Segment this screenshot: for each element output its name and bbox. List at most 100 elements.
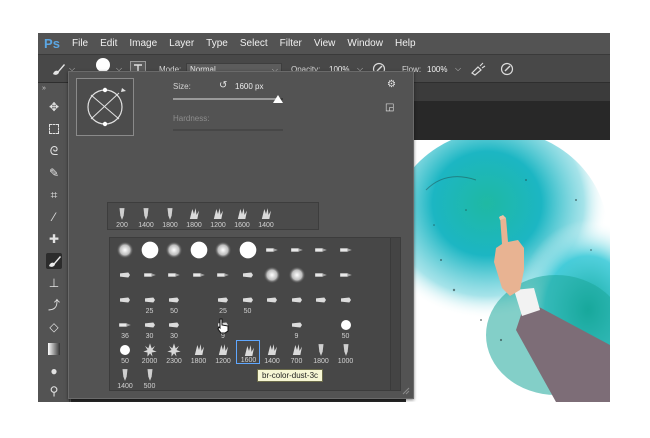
- brush-preset[interactable]: 2300: [162, 340, 186, 365]
- brush-preset[interactable]: [309, 290, 333, 314]
- menu-layer[interactable]: Layer: [163, 38, 200, 49]
- size-value[interactable]: 1600 px: [235, 82, 263, 91]
- brush-tooltip: br-color-dust-3c: [257, 369, 324, 382]
- brush-preset[interactable]: 1400: [113, 365, 137, 390]
- move-tool-icon[interactable]: ✥: [46, 99, 62, 115]
- brush-preset[interactable]: 700: [285, 340, 309, 365]
- brush-preset[interactable]: [285, 265, 309, 289]
- brush-preset[interactable]: [260, 240, 284, 264]
- brush-preset[interactable]: 36: [113, 315, 137, 340]
- brush-preset[interactable]: 500: [138, 365, 162, 390]
- recent-brush-preset[interactable]: 1400: [134, 204, 158, 229]
- brush-preset[interactable]: [187, 240, 211, 264]
- history-brush-tool-icon[interactable]: ⤴: [46, 297, 62, 313]
- brush-preset[interactable]: [260, 290, 284, 314]
- brush-preset[interactable]: [211, 240, 235, 264]
- brush-preset[interactable]: [334, 290, 358, 314]
- recent-brush-preset[interactable]: 200: [110, 204, 134, 229]
- brush-preset[interactable]: 25: [138, 290, 162, 315]
- brush-preset[interactable]: 1400: [260, 340, 284, 365]
- brush-preset[interactable]: 50: [334, 315, 358, 340]
- brush-preset[interactable]: [211, 265, 235, 289]
- eyedropper-tool-icon[interactable]: ⁄: [46, 209, 62, 225]
- healing-brush-tool-icon[interactable]: ✚: [46, 231, 62, 247]
- menu-file[interactable]: File: [66, 38, 94, 49]
- brush-preset[interactable]: [285, 290, 309, 314]
- brush-preset[interactable]: [334, 240, 358, 264]
- size-slider-track[interactable]: [173, 95, 283, 103]
- reset-size-icon[interactable]: ↺: [219, 80, 227, 91]
- brush-preset-size-label: 1400: [138, 222, 154, 229]
- brush-preset[interactable]: [309, 240, 333, 264]
- brush-preset[interactable]: 1800: [187, 340, 211, 365]
- recent-brush-preset[interactable]: 1800: [158, 204, 182, 229]
- dodge-tool-icon[interactable]: ⚲: [46, 383, 62, 399]
- crop-tool-icon[interactable]: ⌗: [46, 187, 62, 203]
- brush-preset[interactable]: 1200: [211, 340, 235, 365]
- brush-preset[interactable]: 1600: [235, 340, 260, 364]
- recent-brush-preset[interactable]: 1600: [230, 204, 254, 229]
- menu-view[interactable]: View: [308, 38, 342, 49]
- flow-value[interactable]: 100%: [427, 65, 447, 74]
- brush-preset[interactable]: [162, 265, 186, 289]
- brush-preset[interactable]: [113, 290, 137, 314]
- pressure-size-icon[interactable]: [500, 62, 514, 76]
- marquee-tool-icon[interactable]: [46, 121, 62, 137]
- brush-preset[interactable]: 1000: [334, 340, 358, 365]
- brush-preset[interactable]: [138, 240, 162, 264]
- brush-preset[interactable]: [334, 265, 358, 289]
- flow-chevron-icon[interactable]: ⌵: [455, 64, 461, 74]
- brush-preset[interactable]: 30: [162, 315, 186, 340]
- menu-edit[interactable]: Edit: [94, 38, 123, 49]
- brush-preset[interactable]: 9: [285, 315, 309, 340]
- brush-preset[interactable]: 25: [211, 290, 235, 315]
- brush-preset[interactable]: [236, 240, 260, 264]
- brush-preset[interactable]: [309, 265, 333, 289]
- brush-preset[interactable]: [138, 265, 162, 289]
- brush-angle-preview[interactable]: [76, 78, 134, 136]
- menu-image[interactable]: Image: [123, 38, 163, 49]
- airbrush-icon[interactable]: [470, 62, 486, 76]
- quick-selection-tool-icon[interactable]: ✎: [46, 165, 62, 181]
- menu-type[interactable]: Type: [200, 38, 234, 49]
- collapse-panel-icon[interactable]: »: [42, 85, 46, 92]
- menu-help[interactable]: Help: [389, 38, 422, 49]
- eraser-tool-icon[interactable]: ◇: [46, 319, 62, 335]
- brush-preset[interactable]: [113, 240, 137, 264]
- recent-brush-preset[interactable]: 1200: [206, 204, 230, 229]
- canvas-image[interactable]: [406, 140, 610, 402]
- brush-preset[interactable]: 50: [162, 290, 186, 315]
- menu-filter[interactable]: Filter: [274, 38, 308, 49]
- brush-preset-size-label: 1400: [264, 358, 280, 365]
- menu-select[interactable]: Select: [234, 38, 274, 49]
- size-label: Size:: [173, 82, 191, 91]
- brush-preset[interactable]: 30: [138, 315, 162, 340]
- brush-preset[interactable]: 50: [236, 290, 260, 315]
- brush-tool-preset-icon[interactable]: [50, 61, 66, 77]
- brush-preset[interactable]: [162, 240, 186, 264]
- brush-preset[interactable]: [236, 265, 260, 289]
- brush-preset[interactable]: 1800: [309, 340, 333, 365]
- grid-scrollbar[interactable]: [390, 238, 400, 390]
- recent-brush-preset[interactable]: 1400: [254, 204, 278, 229]
- brush-preset[interactable]: [187, 265, 211, 289]
- brush-preset[interactable]: [285, 240, 309, 264]
- new-preset-icon[interactable]: ◲: [385, 102, 394, 113]
- blur-tool-icon[interactable]: ●: [46, 363, 62, 379]
- brush-preset[interactable]: [113, 265, 137, 289]
- clone-stamp-tool-icon[interactable]: ⊥: [46, 275, 62, 291]
- resize-grip-icon[interactable]: [402, 387, 410, 395]
- brush-preset[interactable]: 50: [113, 340, 137, 365]
- brush-preset[interactable]: [260, 265, 284, 289]
- recent-brush-preset[interactable]: 1800: [182, 204, 206, 229]
- brush-preset[interactable]: 2000: [138, 340, 162, 365]
- pen-tool-icon[interactable]: ✒: [46, 401, 62, 402]
- brush-preset-size-label: 700: [290, 358, 303, 365]
- size-slider-thumb[interactable]: [272, 95, 283, 103]
- gradient-tool-icon[interactable]: [46, 341, 62, 357]
- menu-window[interactable]: Window: [341, 38, 389, 49]
- brush-size-swatch-icon[interactable]: [96, 58, 110, 72]
- brush-tool-icon[interactable]: [46, 253, 62, 269]
- lasso-tool-icon[interactable]: ᘓ: [46, 143, 62, 159]
- picker-settings-gear-icon[interactable]: ⚙: [387, 79, 396, 90]
